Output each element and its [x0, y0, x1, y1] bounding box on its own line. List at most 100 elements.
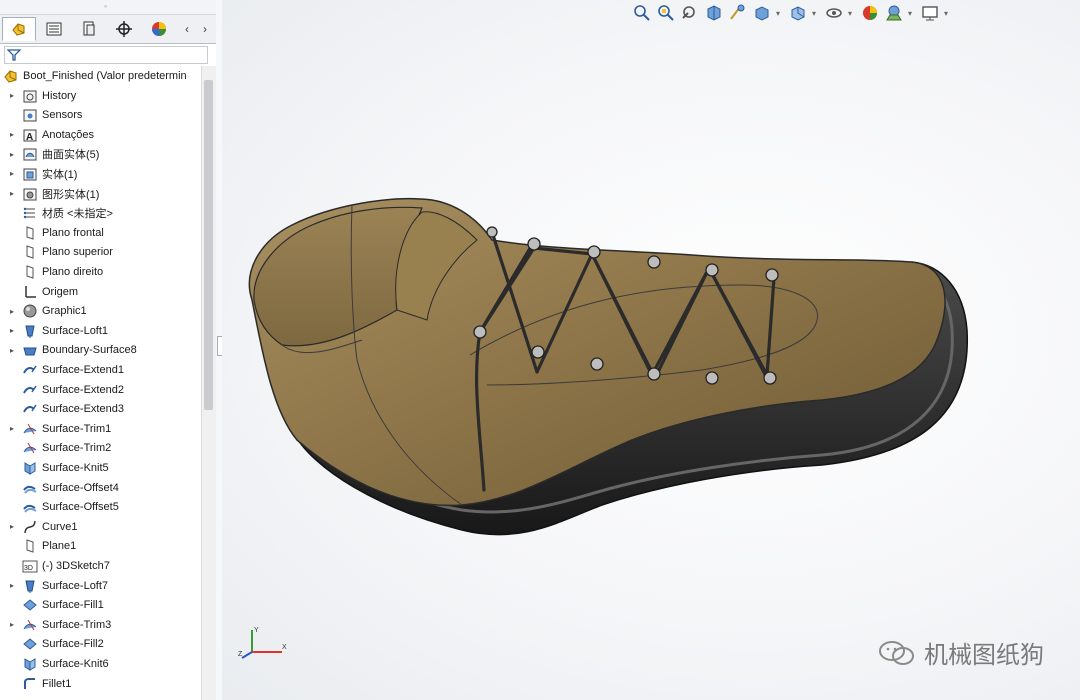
tree-item[interactable]: ▸ Surface-Loft1: [0, 321, 201, 340]
plane-icon: [22, 244, 38, 260]
tree-scrollbar-thumb[interactable]: [204, 80, 213, 410]
tree-item[interactable]: 3D (-) 3DSketch7: [0, 556, 201, 575]
configuration-manager-tab[interactable]: [72, 17, 106, 41]
tabs-scroll-left-icon[interactable]: ‹: [180, 19, 194, 39]
plane-icon: [22, 538, 38, 554]
svg-text:A: A: [26, 132, 33, 143]
expand-arrow-icon[interactable]: ▸: [6, 169, 18, 178]
expand-arrow-icon[interactable]: ▸: [6, 326, 18, 335]
expand-arrow-icon[interactable]: ▸: [6, 91, 18, 100]
triad-x-label: X: [282, 644, 287, 651]
loft-icon: [22, 323, 38, 339]
boundary-surface-icon: [22, 342, 38, 358]
tree-item[interactable]: ▸ Surface-Trim1: [0, 419, 201, 438]
tree-item[interactable]: Surface-Extend2: [0, 380, 201, 399]
tree-item[interactable]: Plane1: [0, 537, 201, 556]
tree-item[interactable]: Plano superior: [0, 243, 201, 262]
tree-item[interactable]: ▸ History: [0, 86, 201, 105]
watermark: 机械图纸狗: [878, 635, 1044, 670]
expand-arrow-icon[interactable]: ▸: [6, 130, 18, 139]
watermark-text: 机械图纸狗: [924, 641, 1044, 669]
property-manager-tab[interactable]: [37, 17, 71, 41]
tree-item[interactable]: ▸ Boundary-Surface8: [0, 341, 201, 360]
tree-item[interactable]: Surface-Knit5: [0, 458, 201, 477]
surface-fill-icon: [22, 636, 38, 652]
tree-item[interactable]: Plano direito: [0, 262, 201, 281]
boot-model[interactable]: [222, 0, 1080, 700]
expand-arrow-icon[interactable]: ▸: [6, 424, 18, 433]
tree-item[interactable]: Surface-Extend3: [0, 400, 201, 419]
surface-extend-icon: [22, 401, 38, 417]
tree-item[interactable]: ▸ 实体(1): [0, 164, 201, 183]
graphics-viewport[interactable]: ▾ ▾ ▾ ▾ ▾ Y X Z 机械图纸狗: [222, 0, 1080, 700]
tree-item-label: (-) 3DSketch7: [42, 559, 110, 572]
tree-item[interactable]: ▸ 曲面实体(5): [0, 145, 201, 164]
tree-item[interactable]: Plano frontal: [0, 223, 201, 242]
expand-arrow-icon[interactable]: ▸: [6, 307, 18, 316]
tree-item[interactable]: Origem: [0, 282, 201, 301]
expand-arrow-icon[interactable]: ▸: [6, 189, 18, 198]
tree-item[interactable]: Surface-Extend1: [0, 360, 201, 379]
triad-z-label: Z: [238, 651, 243, 658]
panel-grip[interactable]: ◦: [0, 0, 216, 15]
3dsketch-icon: 3D: [22, 558, 38, 574]
expand-arrow-icon[interactable]: ▸: [6, 150, 18, 159]
expand-arrow-icon[interactable]: ▸: [6, 522, 18, 531]
annotations-icon: A: [22, 127, 38, 143]
tree-item-label: Surface-Extend3: [42, 403, 124, 416]
tree-item[interactable]: Surface-Trim2: [0, 439, 201, 458]
tree-item-label: Surface-Extend2: [42, 383, 124, 396]
tree-item[interactable]: Surface-Fill2: [0, 635, 201, 654]
tree-item[interactable]: ▸ Curve1: [0, 517, 201, 536]
tree-filter-input[interactable]: [4, 46, 208, 64]
tabs-scroll-right-icon[interactable]: ›: [198, 19, 212, 39]
tree-item-label: Surface-Loft1: [42, 324, 109, 337]
tree-item-label: Surface-Fill2: [42, 638, 104, 651]
expand-arrow-icon[interactable]: ▸: [6, 620, 18, 629]
tree-item-label: Surface-Trim3: [42, 618, 112, 631]
tree-item-label: Anotações: [42, 128, 94, 141]
tree-item-label: Plano frontal: [42, 226, 104, 239]
tree-item[interactable]: Surface-Offset5: [0, 498, 201, 517]
tree-scrollbar[interactable]: [201, 66, 216, 700]
tree-item-label: History: [42, 89, 77, 102]
tree-item[interactable]: ▸ Surface-Loft7: [0, 576, 201, 595]
tree-item-label: Surface-Knit5: [42, 461, 109, 474]
feature-manager-tab[interactable]: [2, 17, 36, 41]
expand-arrow-icon[interactable]: ▸: [6, 581, 18, 590]
tree-item[interactable]: ▸ 图形实体(1): [0, 184, 201, 203]
tree-item-label: Surface-Trim2: [42, 442, 112, 455]
tree-item[interactable]: 材质 <未指定>: [0, 204, 201, 223]
coordinate-triad: Y X Z: [238, 622, 288, 662]
surface-bodies-icon: [22, 146, 38, 162]
tree-item[interactable]: ▸ Surface-Trim3: [0, 615, 201, 634]
manager-tabs: ‹ ›: [0, 15, 216, 44]
graphic-icon: [22, 303, 38, 319]
tree-item[interactable]: Fillet1: [0, 674, 201, 693]
surface-extend-icon: [22, 382, 38, 398]
dimxpert-manager-tab[interactable]: [107, 17, 141, 41]
tree-item[interactable]: ▸ Graphic1: [0, 302, 201, 321]
tree-item[interactable]: ▸ A Anotações: [0, 125, 201, 144]
display-manager-tab[interactable]: [142, 17, 176, 41]
tree-item[interactable]: Surface-Fill1: [0, 596, 201, 615]
tree-item[interactable]: Surface-Knit6: [0, 654, 201, 673]
tree-item-label: Surface-Loft7: [42, 579, 109, 592]
tree-item-label: Plane1: [42, 540, 77, 553]
tree-item[interactable]: Surface-Offset4: [0, 478, 201, 497]
tree-item-label: Surface-Offset4: [42, 481, 119, 494]
tree-item-label: 图形实体(1): [42, 188, 100, 201]
fillet-icon: [22, 676, 38, 692]
graphic-bodies-icon: [22, 186, 38, 202]
tree-item[interactable]: Sensors: [0, 106, 201, 125]
surface-offset-icon: [22, 480, 38, 496]
curve-icon: [22, 519, 38, 535]
material-icon: [22, 205, 38, 221]
property-manager-icon: [46, 22, 62, 36]
tree-item-label: Fillet1: [42, 677, 72, 690]
sensor-icon: [22, 107, 38, 123]
expand-arrow-icon[interactable]: ▸: [6, 346, 18, 355]
surface-knit-icon: [22, 656, 38, 672]
tree-item-label: Plano direito: [42, 265, 104, 278]
tree-item-label: Curve1: [42, 520, 78, 533]
